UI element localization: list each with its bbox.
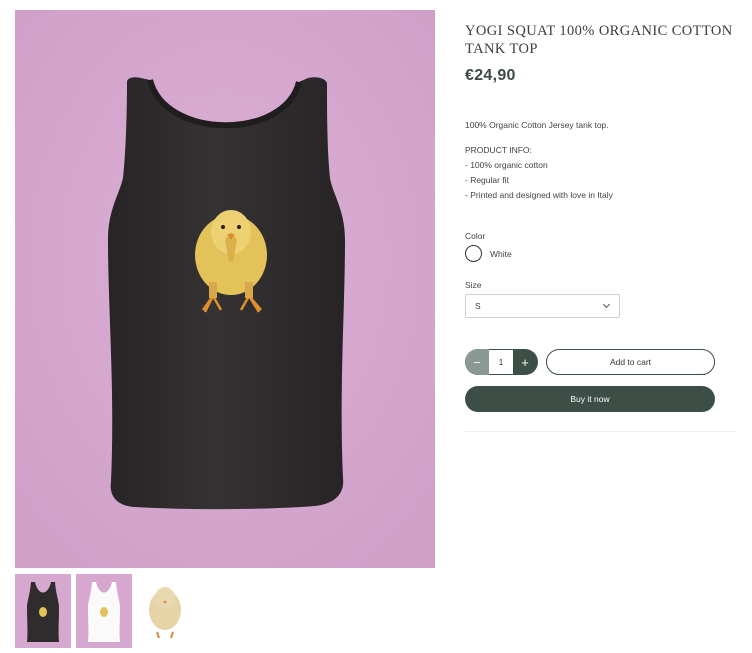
color-label: Color [465,231,486,241]
size-label: Size [465,280,482,290]
size-selected-value: S [475,301,481,311]
thumbnail-list [15,574,193,648]
thumbnail-white-tank[interactable] [76,574,132,648]
color-option[interactable]: White [465,245,737,262]
quantity-increase-button[interactable]: + [513,349,537,375]
info-line: - Printed and designed with love in Ital… [465,190,613,200]
buy-now-button[interactable]: Buy it now [465,386,715,412]
chevron-down-icon [602,300,611,309]
add-to-cart-button[interactable]: Add to cart [546,349,715,375]
quantity-input[interactable]: 1 [489,350,513,374]
info-line: - Regular fit [465,175,509,185]
info-line: - 100% organic cotton [465,160,548,170]
main-product-image[interactable] [15,10,435,568]
info-heading: PRODUCT INFO: [465,145,532,155]
color-swatch-label: White [490,248,512,259]
product-description: 100% Organic Cotton Jersey tank top. PRO… [465,118,737,203]
color-swatch-white[interactable] [465,245,482,262]
quantity-decrease-button[interactable]: − [465,349,489,375]
quantity-stepper: − 1 + [465,349,538,375]
description-text: 100% Organic Cotton Jersey tank top. [465,120,609,130]
purchase-row: − 1 + Add to cart [465,349,737,375]
product-info: YOGI SQUAT 100% ORGANIC COTTON TANK TOP … [465,22,737,432]
divider [465,431,737,432]
thumbnail-black-tank[interactable] [15,574,71,648]
product-price: €24,90 [465,67,516,84]
size-select[interactable]: S [465,294,620,318]
thumbnail-chick[interactable] [137,574,193,648]
product-title: YOGI SQUAT 100% ORGANIC COTTON TANK TOP [465,23,733,57]
